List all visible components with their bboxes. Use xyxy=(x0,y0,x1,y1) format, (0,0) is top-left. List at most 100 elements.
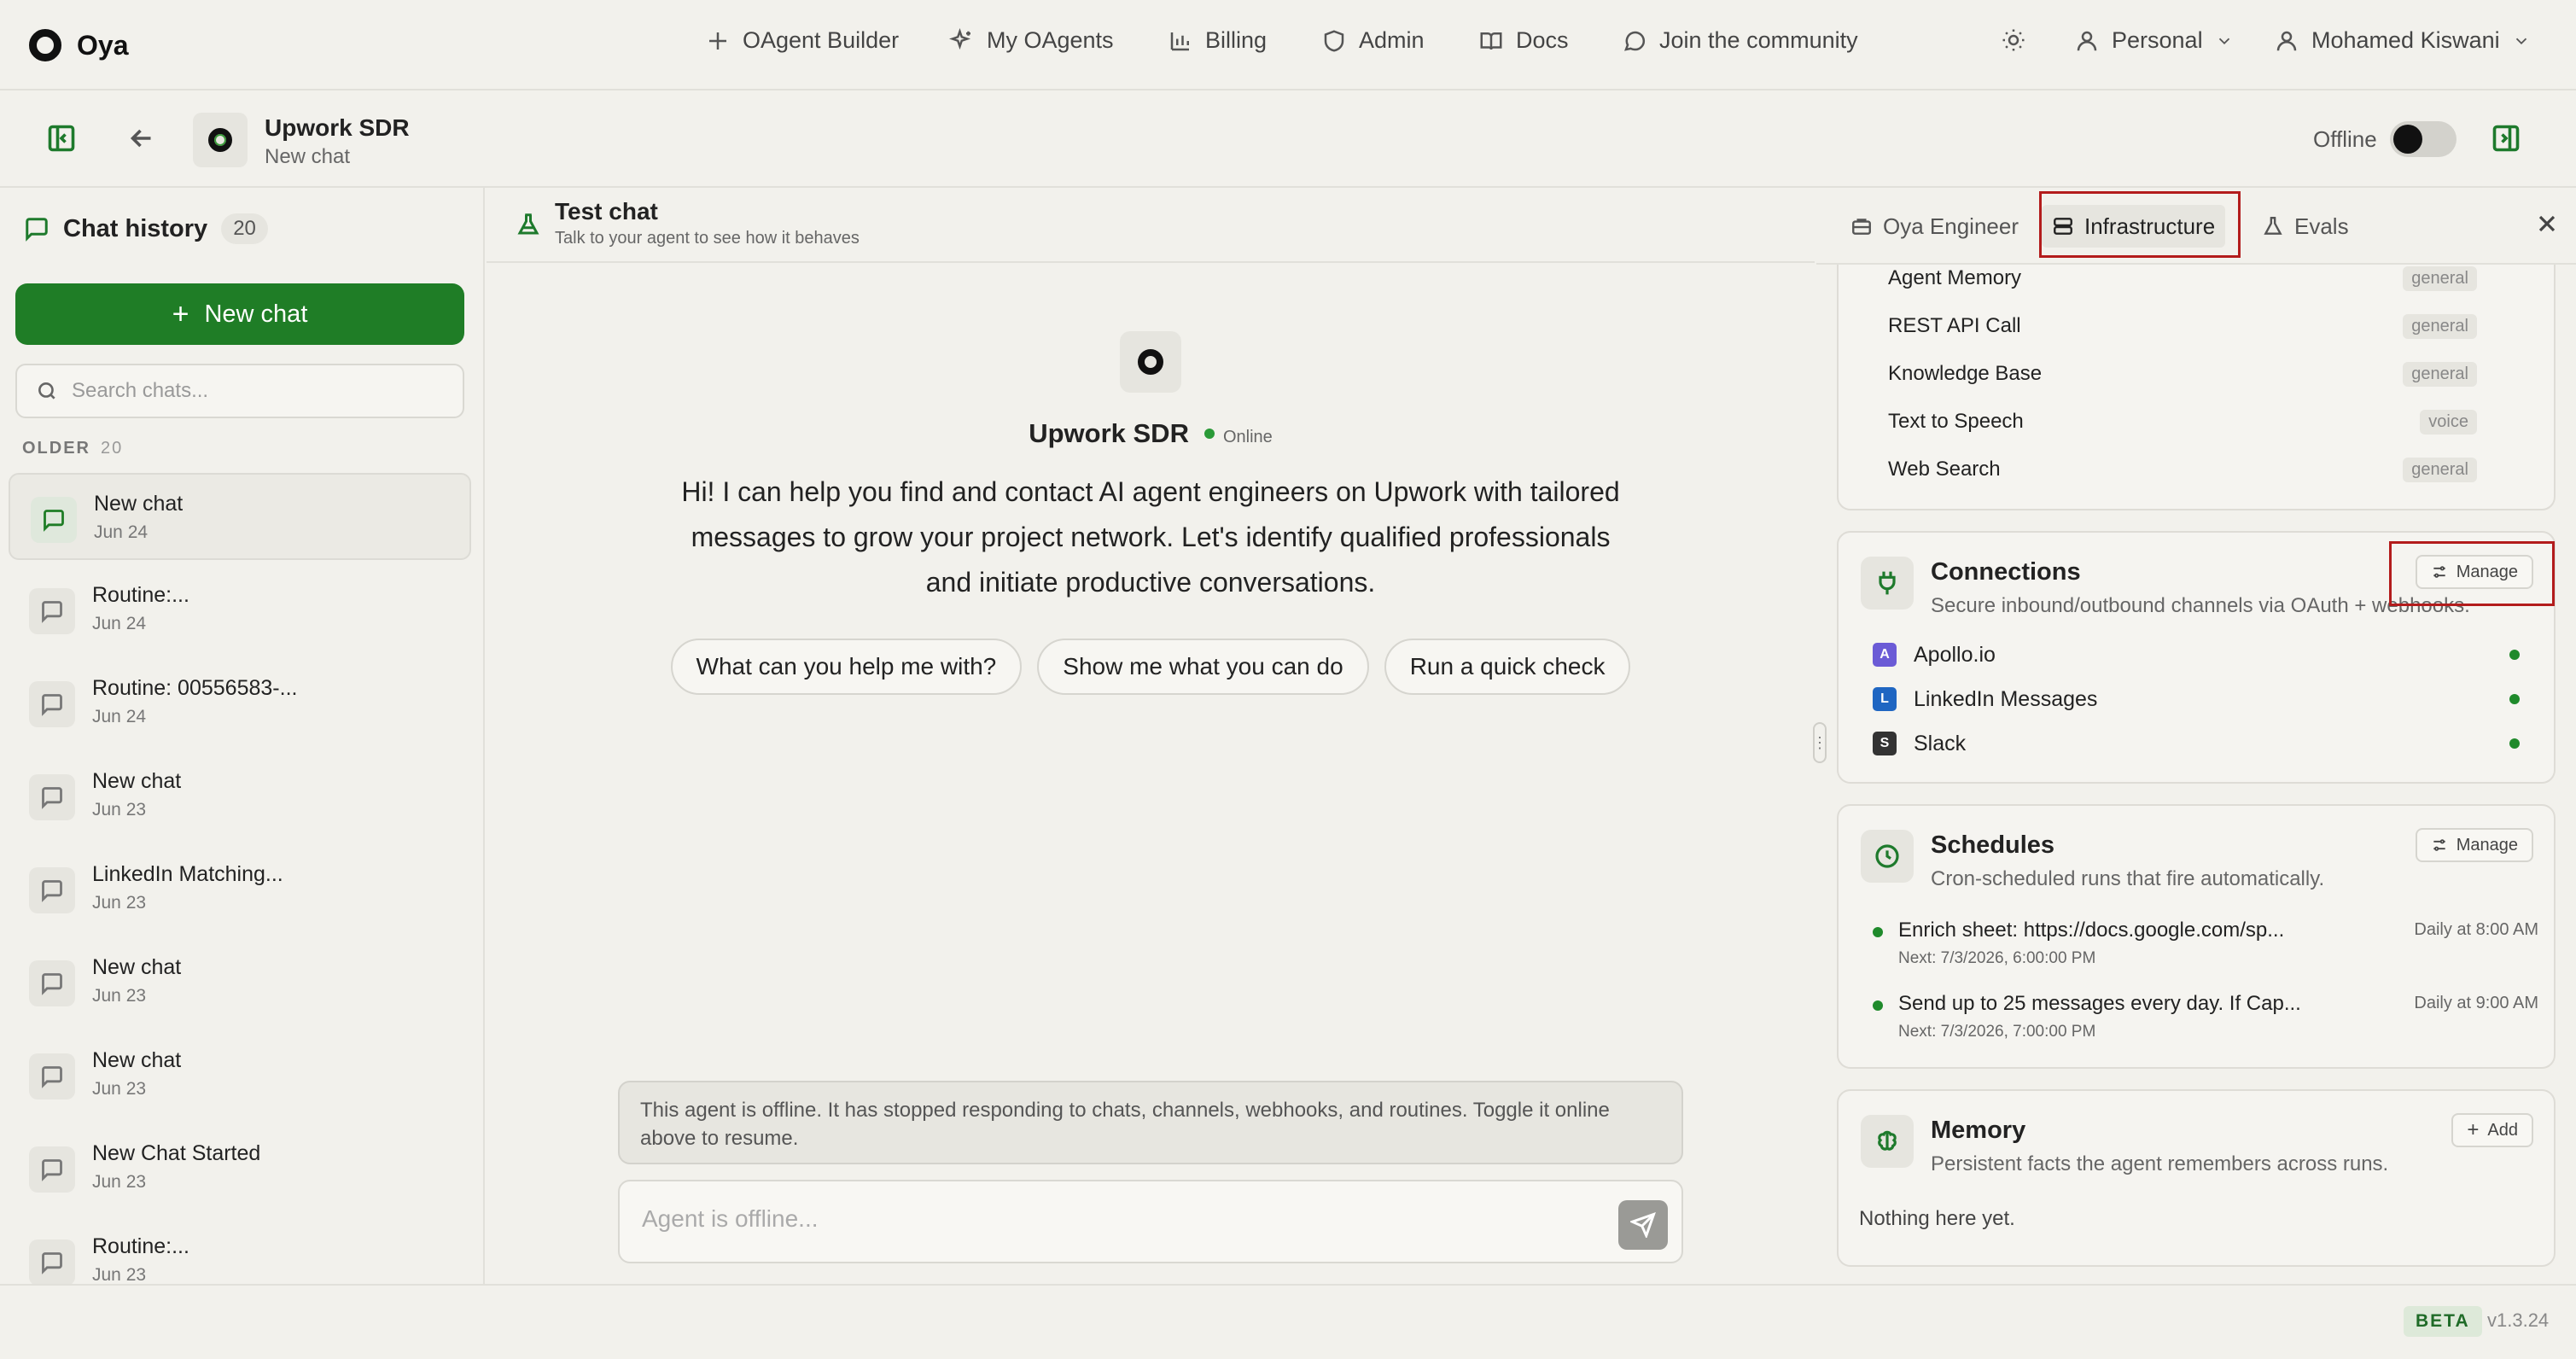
tools-card: Agent Memory general REST API Call gener… xyxy=(1837,222,2556,510)
close-panel-button[interactable] xyxy=(2533,210,2564,241)
nav-label: My OAgents xyxy=(987,27,1114,53)
offline-notice: This agent is offline. It has stopped re… xyxy=(618,1081,1683,1164)
welcome-agent-avatar xyxy=(1120,331,1181,393)
clock-icon xyxy=(1875,844,1899,868)
theme-toggle[interactable] xyxy=(2001,27,2026,53)
suggestion-chip[interactable]: Run a quick check xyxy=(1384,639,1631,695)
connection-status-dot xyxy=(2509,694,2520,704)
nav-my-oagents[interactable]: My OAgents xyxy=(949,27,1114,54)
nav-admin[interactable]: Admin xyxy=(1321,27,1425,54)
chat-count-badge: 20 xyxy=(221,213,268,244)
chat-item-icon xyxy=(29,774,75,820)
message-input[interactable] xyxy=(642,1205,1495,1233)
slack-logo-icon: S xyxy=(1873,732,1897,755)
plus-icon: + xyxy=(2467,1118,2480,1141)
user-menu[interactable]: Mohamed Kiswani xyxy=(2274,27,2531,54)
tab-oya-engineer[interactable]: Oya Engineer xyxy=(1840,205,2029,248)
chat-item-icon xyxy=(29,1239,75,1284)
section-header-older: OLDER 20 xyxy=(22,439,123,458)
chat-item-title: LinkedIn Matching... xyxy=(92,862,283,886)
tool-tag: general xyxy=(2403,266,2477,291)
tab-evals[interactable]: Evals xyxy=(2252,205,2359,248)
connection-row[interactable]: A Apollo.io xyxy=(1873,642,1996,668)
send-button[interactable] xyxy=(1618,1200,1668,1250)
chat-item-date: Jun 23 xyxy=(92,893,147,913)
schedules-card: Schedules Cron-scheduled runs that fire … xyxy=(1837,804,2556,1069)
chat-item-title: Routine: 00556583-... xyxy=(92,676,298,700)
nav-join-community[interactable]: Join the community xyxy=(1622,27,1858,54)
chat-list: New chat Jun 24 Routine:... Jun 24 Routine: … xyxy=(9,473,471,1284)
chat-search-input[interactable] xyxy=(72,379,447,403)
chat-item-title: New chat xyxy=(92,955,182,979)
agent-online-status: Online xyxy=(1222,428,1273,446)
chat-item-title: New chat xyxy=(92,1048,182,1072)
connections-card: Connections Secure inbound/outbound chan… xyxy=(1837,531,2556,784)
tab-infrastructure[interactable]: Infrastructure xyxy=(2042,205,2226,248)
chevron-down-icon xyxy=(2515,38,2526,44)
nav-billing[interactable]: Billing xyxy=(1168,27,1267,54)
chat-history-item[interactable]: Routine:... Jun 23 xyxy=(9,1217,471,1284)
tool-name: Web Search xyxy=(1888,458,2001,481)
welcome-message: Hi! I can help you find and contact AI a… xyxy=(681,476,1620,598)
add-memory-button[interactable]: + Add xyxy=(2451,1113,2533,1147)
nav-oagent-builder[interactable]: OAgent Builder xyxy=(705,27,899,54)
chat-history-item[interactable]: New Chat Started Jun 23 xyxy=(9,1124,471,1217)
suggestion-chip[interactable]: What can you help me with? xyxy=(670,639,1023,695)
schedule-next-run: Next: 7/3/2026, 7:00:00 PM xyxy=(1898,1023,2096,1041)
chat-item-date: Jun 23 xyxy=(92,986,147,1006)
panel-right-icon xyxy=(2492,125,2520,152)
test-chat-subtitle: Talk to your agent to see how it behaves xyxy=(555,229,860,248)
chat-item-icon xyxy=(29,1146,75,1193)
workspace-label: Personal xyxy=(2112,27,2203,53)
chat-history-item[interactable]: New chat Jun 23 xyxy=(9,1031,471,1124)
tool-name: REST API Call xyxy=(1888,314,2021,337)
chat-item-date: Jun 23 xyxy=(92,800,147,819)
top-navigation: Oya OAgent Builder My OAgents Billing Ad… xyxy=(0,0,2576,90)
message-square-icon xyxy=(42,694,62,716)
logo-mark-icon xyxy=(29,29,61,61)
schedule-next-run: Next: 7/3/2026, 6:00:00 PM xyxy=(1898,949,2096,967)
chat-item-icon xyxy=(29,960,75,1006)
chat-history-item[interactable]: New chat Jun 24 xyxy=(9,473,471,560)
nav-docs[interactable]: Docs xyxy=(1478,27,1569,54)
back-button[interactable] xyxy=(126,123,160,157)
toggle-sidebar-button[interactable] xyxy=(46,123,80,157)
app-logo[interactable]: Oya xyxy=(29,29,128,61)
sliders-icon xyxy=(2433,566,2445,578)
connection-name: Slack xyxy=(1914,731,1967,755)
chat-item-date: Jun 23 xyxy=(92,1172,147,1192)
section-label: OLDER xyxy=(22,439,90,458)
chat-history-item[interactable]: Routine:... Jun 24 xyxy=(9,566,471,659)
message-square-icon xyxy=(42,601,62,623)
tool-tag: general xyxy=(2403,458,2477,482)
server-icon xyxy=(2054,218,2072,235)
suggestion-chips: What can you help me with? Show me what … xyxy=(487,639,1815,695)
sun-icon xyxy=(2002,29,2025,51)
send-icon xyxy=(1630,1212,1656,1238)
plus-icon: + xyxy=(172,298,189,330)
connection-row[interactable]: L LinkedIn Messages xyxy=(1873,686,2097,712)
toggle-right-panel-button[interactable] xyxy=(2491,123,2525,157)
suggestion-chip[interactable]: Show me what you can do xyxy=(1037,639,1369,695)
chevron-down-icon xyxy=(2218,38,2229,44)
chat-history-item[interactable]: New chat Jun 23 xyxy=(9,752,471,845)
chat-item-icon xyxy=(31,497,77,543)
connection-row[interactable]: S Slack xyxy=(1873,731,1966,756)
app-name: Oya xyxy=(77,29,129,61)
manage-connections-button[interactable]: Manage xyxy=(2415,555,2533,589)
agent-logo-icon xyxy=(1138,349,1163,375)
manage-schedules-button[interactable]: Manage xyxy=(2415,828,2533,862)
online-toggle[interactable] xyxy=(2390,121,2457,157)
chat-history-item[interactable]: Routine: 00556583-... Jun 24 xyxy=(9,659,471,752)
plug-icon xyxy=(1879,571,1896,595)
workspace-selector[interactable]: Personal xyxy=(2074,27,2234,54)
chat-item-icon xyxy=(29,588,75,634)
chat-history-item[interactable]: LinkedIn Matching... Jun 23 xyxy=(9,845,471,938)
add-label: Add xyxy=(2487,1120,2518,1140)
chat-history-item[interactable]: New chat Jun 23 xyxy=(9,938,471,1031)
connections-card-icon xyxy=(1861,557,1914,610)
message-square-icon xyxy=(42,973,62,995)
tool-tag: voice xyxy=(2420,410,2477,435)
nav-label: Docs xyxy=(1516,27,1569,53)
new-chat-button[interactable]: + New chat xyxy=(15,283,464,345)
